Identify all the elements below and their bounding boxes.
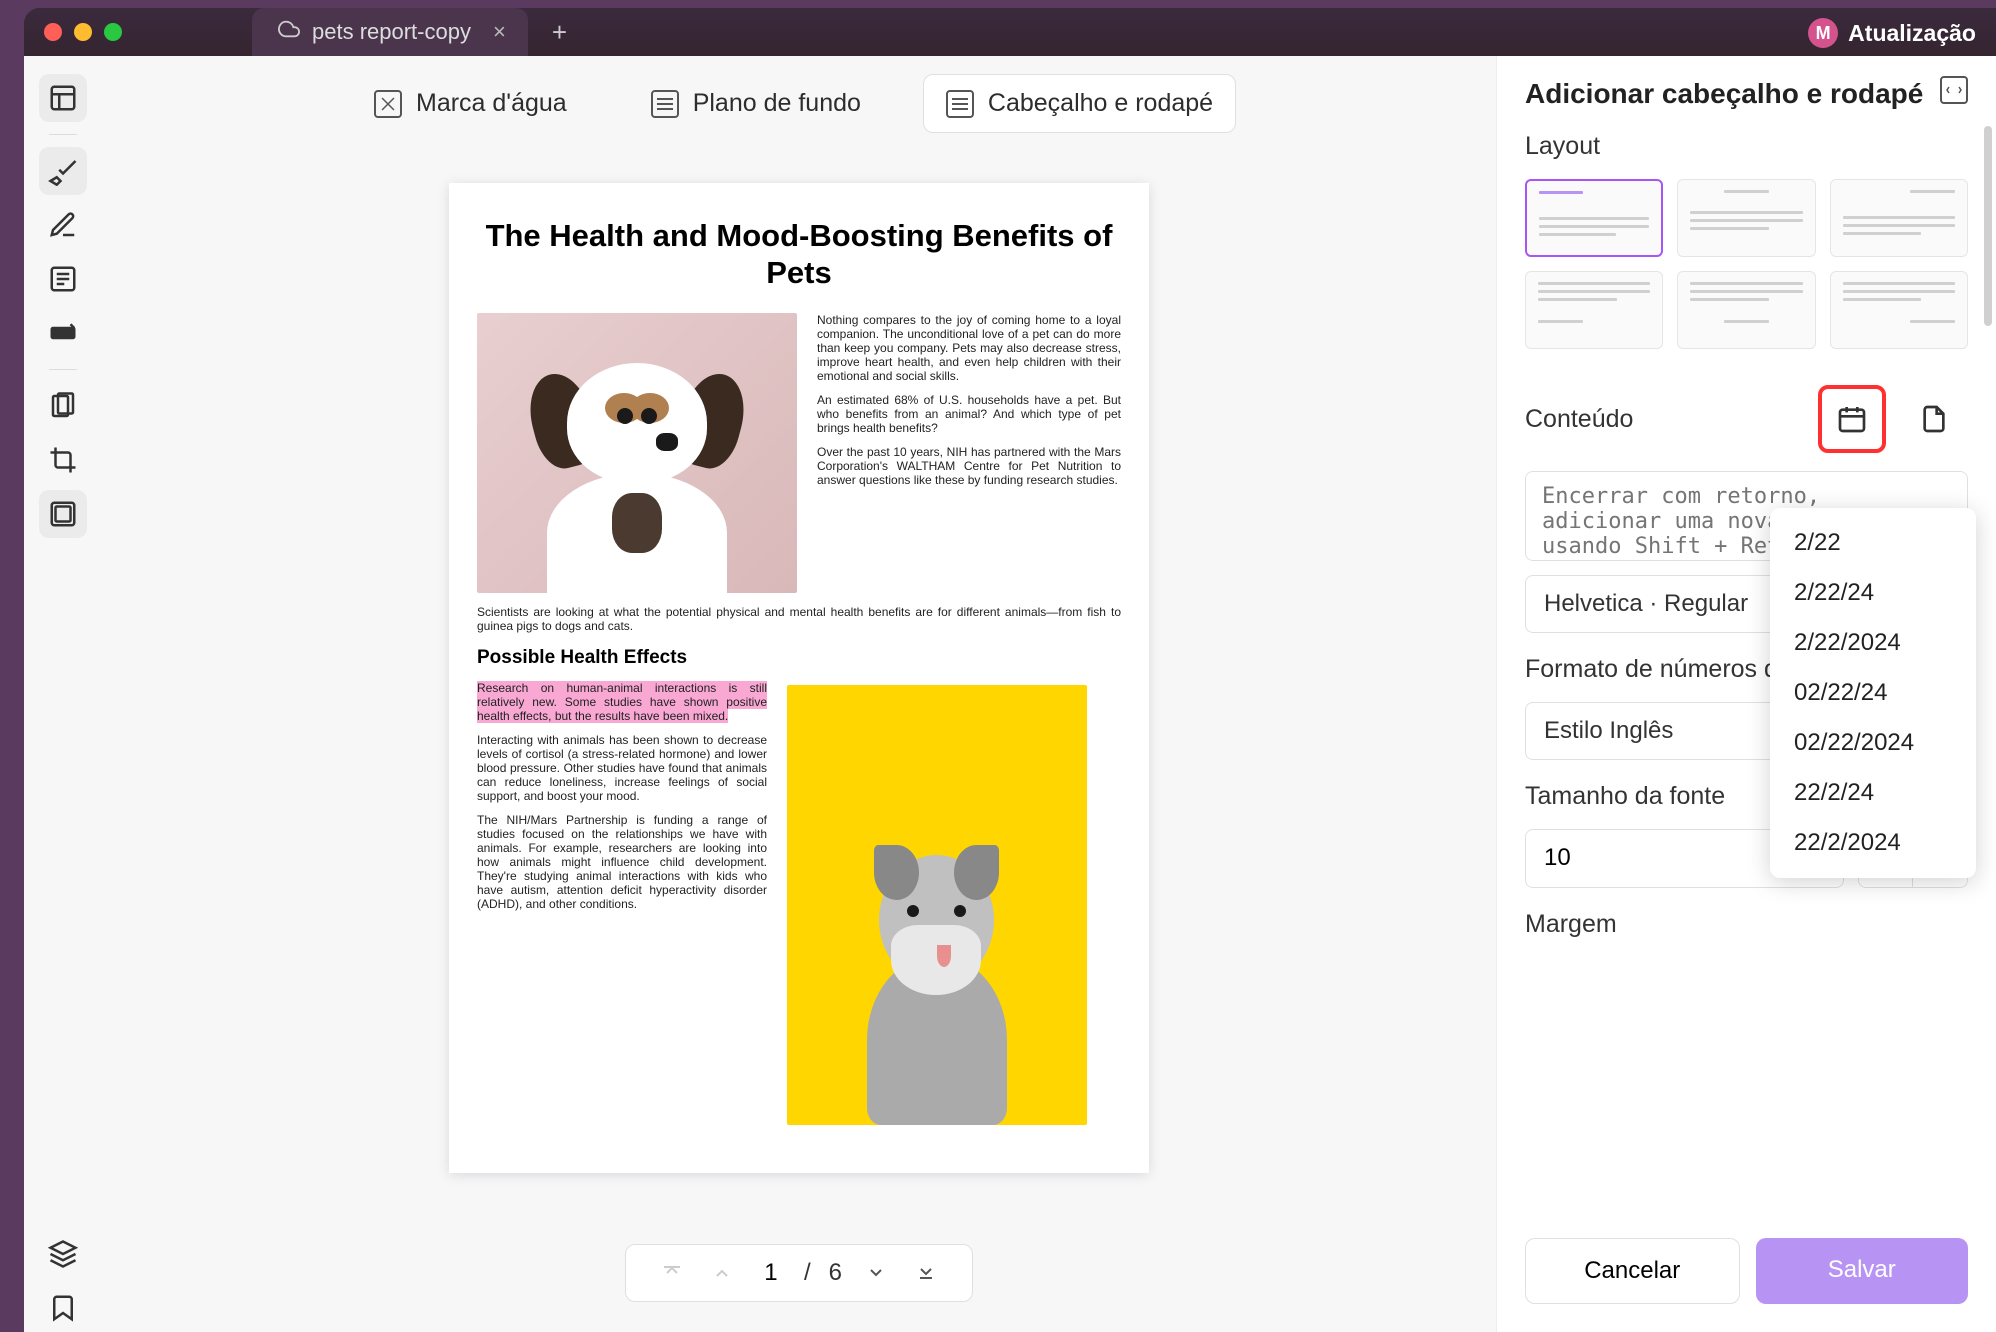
layout-option-4[interactable] [1525, 271, 1663, 349]
date-option[interactable]: 02/22/24 [1770, 668, 1976, 718]
close-tab-button[interactable]: × [493, 19, 506, 45]
sidebar-edit-button[interactable] [39, 201, 87, 249]
page-total: 6 [829, 1259, 842, 1287]
sidebar-crop-button[interactable] [39, 436, 87, 484]
m-badge-icon: M [1808, 18, 1838, 48]
titlebar: pets report-copy × + M Atualização [24, 8, 1996, 56]
insert-date-button[interactable] [1818, 385, 1886, 453]
layout-option-1[interactable] [1525, 179, 1663, 257]
panel-scrollbar[interactable] [1984, 126, 1992, 326]
background-icon [651, 90, 679, 118]
layout-option-5[interactable] [1677, 271, 1815, 349]
document-page: The Health and Mood-Boosting Benefits of… [449, 183, 1149, 1173]
document-subheading: Possible Health Effects [477, 647, 1121, 669]
document-tab[interactable]: pets report-copy × [252, 8, 528, 56]
document-text: Scientists are looking at what the poten… [477, 605, 1121, 633]
divider [49, 369, 77, 370]
top-tabs: Marca d'água Plano de fundo Cabeçalho e … [102, 56, 1496, 133]
panel-expand-button[interactable] [1940, 76, 1968, 104]
next-page-button[interactable] [860, 1257, 892, 1289]
insert-page-number-button[interactable] [1900, 385, 1968, 453]
date-option[interactable]: 02/22/2024 [1770, 718, 1976, 768]
layout-option-2[interactable] [1677, 179, 1815, 257]
properties-panel: Adicionar cabeçalho e rodapé Layout Cont… [1496, 56, 1996, 1332]
update-badge[interactable]: M Atualização [1808, 18, 1976, 48]
document-text-col: Nothing compares to the joy of coming ho… [817, 313, 1121, 593]
panel-title: Adicionar cabeçalho e rodapé [1525, 76, 1923, 112]
layout-section-label: Layout [1525, 132, 1968, 161]
tab-background[interactable]: Plano de fundo [629, 74, 883, 133]
page-separator: / [804, 1259, 811, 1287]
sidebar-organize-button[interactable] [39, 382, 87, 430]
layout-option-3[interactable] [1830, 179, 1968, 257]
tab-title: pets report-copy [312, 19, 471, 45]
add-tab-button[interactable]: + [552, 17, 567, 48]
window-controls [24, 23, 142, 41]
date-option[interactable]: 2/22/2024 [1770, 618, 1976, 668]
sidebar-highlight-button[interactable] [39, 147, 87, 195]
document-image-dog-2 [787, 685, 1087, 1125]
prev-page-button[interactable] [706, 1257, 738, 1289]
minimize-window-button[interactable] [74, 23, 92, 41]
date-option[interactable]: 2/22/24 [1770, 568, 1976, 618]
content-section-label: Conteúdo [1525, 405, 1633, 434]
sidebar-bookmark-button[interactable] [39, 1284, 87, 1332]
cloud-icon [278, 18, 300, 46]
document-viewport[interactable]: The Health and Mood-Boosting Benefits of… [102, 133, 1496, 1332]
header-footer-icon [946, 90, 974, 118]
save-button[interactable]: Salvar [1756, 1238, 1969, 1304]
first-page-button[interactable] [656, 1257, 688, 1289]
last-page-button[interactable] [910, 1257, 942, 1289]
page-navigator: / 6 [625, 1244, 973, 1302]
margin-label: Margem [1525, 910, 1968, 939]
date-format-dropdown: 2/22 2/22/24 2/22/2024 02/22/24 02/22/20… [1770, 508, 1976, 878]
close-window-button[interactable] [44, 23, 62, 41]
watermark-icon [374, 90, 402, 118]
sidebar-watermark-button[interactable] [39, 490, 87, 538]
date-option[interactable]: 2/22 [1770, 518, 1976, 568]
date-option[interactable]: 22/2/2024 [1770, 818, 1976, 868]
document-text-col-left: Research on human-animal interactions is… [477, 681, 767, 921]
sidebar-thumbnails-button[interactable] [39, 74, 87, 122]
left-sidebar [24, 56, 102, 1332]
page-number-input[interactable] [756, 1259, 786, 1287]
sidebar-layers-button[interactable] [39, 1230, 87, 1278]
layout-option-6[interactable] [1830, 271, 1968, 349]
sidebar-redact-button[interactable] [39, 309, 87, 357]
sidebar-form-button[interactable] [39, 255, 87, 303]
maximize-window-button[interactable] [104, 23, 122, 41]
tab-header-footer[interactable]: Cabeçalho e rodapé [923, 74, 1236, 133]
divider [49, 134, 77, 135]
document-title: The Health and Mood-Boosting Benefits of… [477, 217, 1121, 291]
tab-watermark[interactable]: Marca d'água [352, 74, 589, 133]
date-option[interactable]: 22/2/24 [1770, 768, 1976, 818]
document-image-dog-1 [477, 313, 797, 593]
layout-grid [1525, 179, 1968, 349]
cancel-button[interactable]: Cancelar [1525, 1238, 1740, 1304]
main-area: Marca d'água Plano de fundo Cabeçalho e … [102, 56, 1496, 1332]
update-label: Atualização [1848, 20, 1976, 47]
